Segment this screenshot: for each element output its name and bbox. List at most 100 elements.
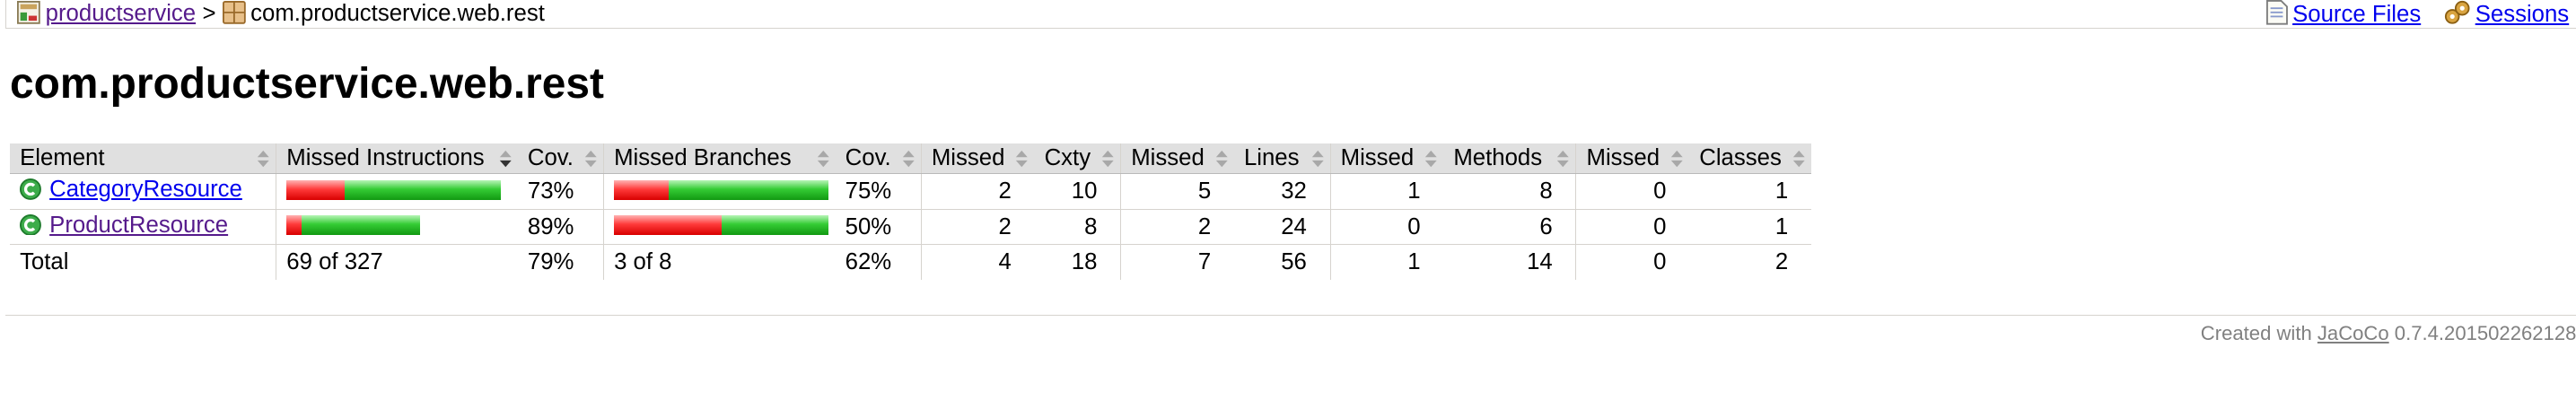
missed-cxty-value: 2 bbox=[920, 173, 1035, 210]
header-label: Missed bbox=[1131, 145, 1205, 171]
branches-coverage-bar bbox=[614, 179, 829, 200]
header-instructions-coverage[interactable]: Cov. bbox=[517, 143, 604, 175]
sessions-icon bbox=[2444, 0, 2470, 32]
header-element[interactable]: Element bbox=[10, 143, 276, 175]
cxty-value: 8 bbox=[1034, 209, 1121, 246]
jacoco-link[interactable]: JaCoCo bbox=[2318, 322, 2389, 344]
header-missed-branches[interactable]: Missed Branches bbox=[603, 143, 836, 175]
instructions-coverage-bar bbox=[286, 215, 421, 236]
total-branches-coverage: 62% bbox=[845, 249, 892, 275]
header-methods[interactable]: Methods bbox=[1443, 143, 1576, 175]
breadcrumb: productservice > com.productservice.web.r… bbox=[4, 0, 2576, 32]
missed-methods-value: 0 bbox=[1329, 209, 1444, 246]
table-row: ProductResource 89% 50% 2 8 2 24 0 6 0 1 bbox=[10, 209, 1811, 246]
header-label: Cov. bbox=[527, 145, 574, 171]
sort-arrows-icon bbox=[1792, 149, 1807, 169]
header-label: Cxty bbox=[1044, 145, 1091, 171]
report-icon bbox=[17, 0, 41, 31]
header-branches-coverage[interactable]: Cov. bbox=[835, 143, 922, 175]
breadcrumb-left: productservice > com.productservice.web.r… bbox=[17, 0, 545, 31]
header-missed-classes[interactable]: Missed bbox=[1575, 143, 1690, 175]
missed-classes-value: 0 bbox=[1575, 209, 1690, 246]
page-title: com.productservice.web.rest bbox=[10, 60, 604, 109]
instructions-coverage: 89% bbox=[517, 209, 604, 246]
breadcrumb-current: com.productservice.web.rest bbox=[250, 1, 545, 26]
header-missed-methods[interactable]: Missed bbox=[1329, 143, 1444, 175]
sort-arrows-icon bbox=[1669, 149, 1685, 169]
header-label: Missed bbox=[1586, 145, 1660, 171]
instructions-coverage-bar bbox=[286, 179, 502, 200]
sort-arrows-icon bbox=[256, 149, 271, 169]
footer-version: 0.7.4.201502262128 bbox=[2394, 321, 2576, 344]
element-cell: ProductResource bbox=[10, 209, 276, 246]
missed-segment bbox=[614, 215, 722, 236]
header-cxty[interactable]: Cxty bbox=[1034, 143, 1121, 175]
header-label: Lines bbox=[1243, 145, 1300, 171]
instructions-bar-cell bbox=[276, 209, 518, 246]
total-classes: 2 bbox=[1774, 249, 1789, 275]
total-missed-classes: 0 bbox=[1575, 244, 1690, 281]
header-classes[interactable]: Classes bbox=[1689, 143, 1811, 175]
branches-coverage: 50% bbox=[835, 209, 922, 246]
covered-segment bbox=[301, 215, 421, 236]
lines-value: 24 bbox=[1233, 209, 1331, 246]
header-missed-lines[interactable]: Missed bbox=[1120, 143, 1234, 175]
header-label: Classes bbox=[1699, 145, 1782, 171]
covered-segment bbox=[344, 179, 502, 200]
coverage-table: Element Missed Instructions Cov. Missed … bbox=[10, 143, 1811, 281]
header-missed-cxty[interactable]: Missed bbox=[920, 143, 1035, 175]
breadcrumb-root-link[interactable]: productservice bbox=[46, 1, 196, 26]
missed-methods-value: 1 bbox=[1329, 173, 1444, 210]
branches-bar-cell bbox=[603, 209, 836, 246]
instructions-bar-cell bbox=[276, 173, 518, 210]
class-icon bbox=[20, 178, 41, 206]
total-lines: 56 bbox=[1281, 249, 1307, 275]
header-label: Missed Branches bbox=[614, 145, 792, 171]
report-page: productservice > com.productservice.web.r… bbox=[0, 0, 2576, 399]
lines-value: 32 bbox=[1233, 173, 1331, 210]
missed-cxty-value: 2 bbox=[920, 209, 1035, 246]
missed-segment bbox=[286, 179, 345, 200]
header-label: Element bbox=[20, 145, 105, 171]
footer: Created with JaCoCo 0.7.4.201502262128 bbox=[2201, 322, 2576, 345]
sort-arrows-icon bbox=[1424, 149, 1439, 169]
missed-lines-value: 5 bbox=[1120, 173, 1234, 210]
sessions-link[interactable]: Sessions bbox=[2475, 2, 2569, 27]
covered-segment bbox=[668, 179, 829, 200]
total-branches: 3 of 8 bbox=[603, 244, 836, 281]
package-icon bbox=[222, 0, 246, 31]
methods-value: 6 bbox=[1443, 209, 1576, 246]
header-lines[interactable]: Lines bbox=[1233, 143, 1331, 175]
breadcrumb-separator: > bbox=[202, 1, 216, 26]
element-cell: CategoryResource bbox=[10, 173, 276, 210]
total-methods: 14 bbox=[1527, 249, 1553, 275]
source-files-link[interactable]: Source Files bbox=[2292, 2, 2421, 27]
branches-coverage: 75% bbox=[835, 173, 922, 210]
covered-segment bbox=[721, 215, 829, 236]
header-missed-instructions[interactable]: Missed Instructions bbox=[276, 143, 518, 175]
top-links: Source Files Sessions bbox=[2265, 0, 2569, 32]
header-label: Missed bbox=[931, 145, 1005, 171]
total-instructions-coverage: 79% bbox=[527, 249, 574, 275]
total-row: Total 69 of 327 79% 3 of 8 62% 4 18 7 56… bbox=[10, 244, 1811, 281]
methods-value: 8 bbox=[1443, 173, 1576, 210]
total-missed-cxty: 4 bbox=[920, 244, 1035, 281]
header-label: Methods bbox=[1453, 145, 1543, 171]
missed-segment bbox=[614, 179, 669, 200]
classes-value: 1 bbox=[1689, 173, 1811, 210]
class-icon bbox=[20, 213, 41, 242]
sort-arrows-icon bbox=[1555, 149, 1571, 169]
element-link[interactable]: ProductResource bbox=[49, 213, 228, 238]
cxty-value: 10 bbox=[1034, 173, 1121, 210]
branches-coverage-bar bbox=[614, 215, 829, 236]
header-label: Missed Instructions bbox=[286, 145, 485, 171]
sort-down-icon bbox=[498, 149, 513, 169]
total-missed-lines: 7 bbox=[1120, 244, 1234, 281]
source-files-icon bbox=[2265, 0, 2288, 32]
element-link[interactable]: CategoryResource bbox=[49, 177, 242, 202]
header-label: Missed bbox=[1340, 145, 1415, 171]
missed-classes-value: 0 bbox=[1575, 173, 1690, 210]
sort-arrows-icon bbox=[1214, 149, 1230, 169]
missed-segment bbox=[286, 215, 302, 236]
branches-bar-cell bbox=[603, 173, 836, 210]
